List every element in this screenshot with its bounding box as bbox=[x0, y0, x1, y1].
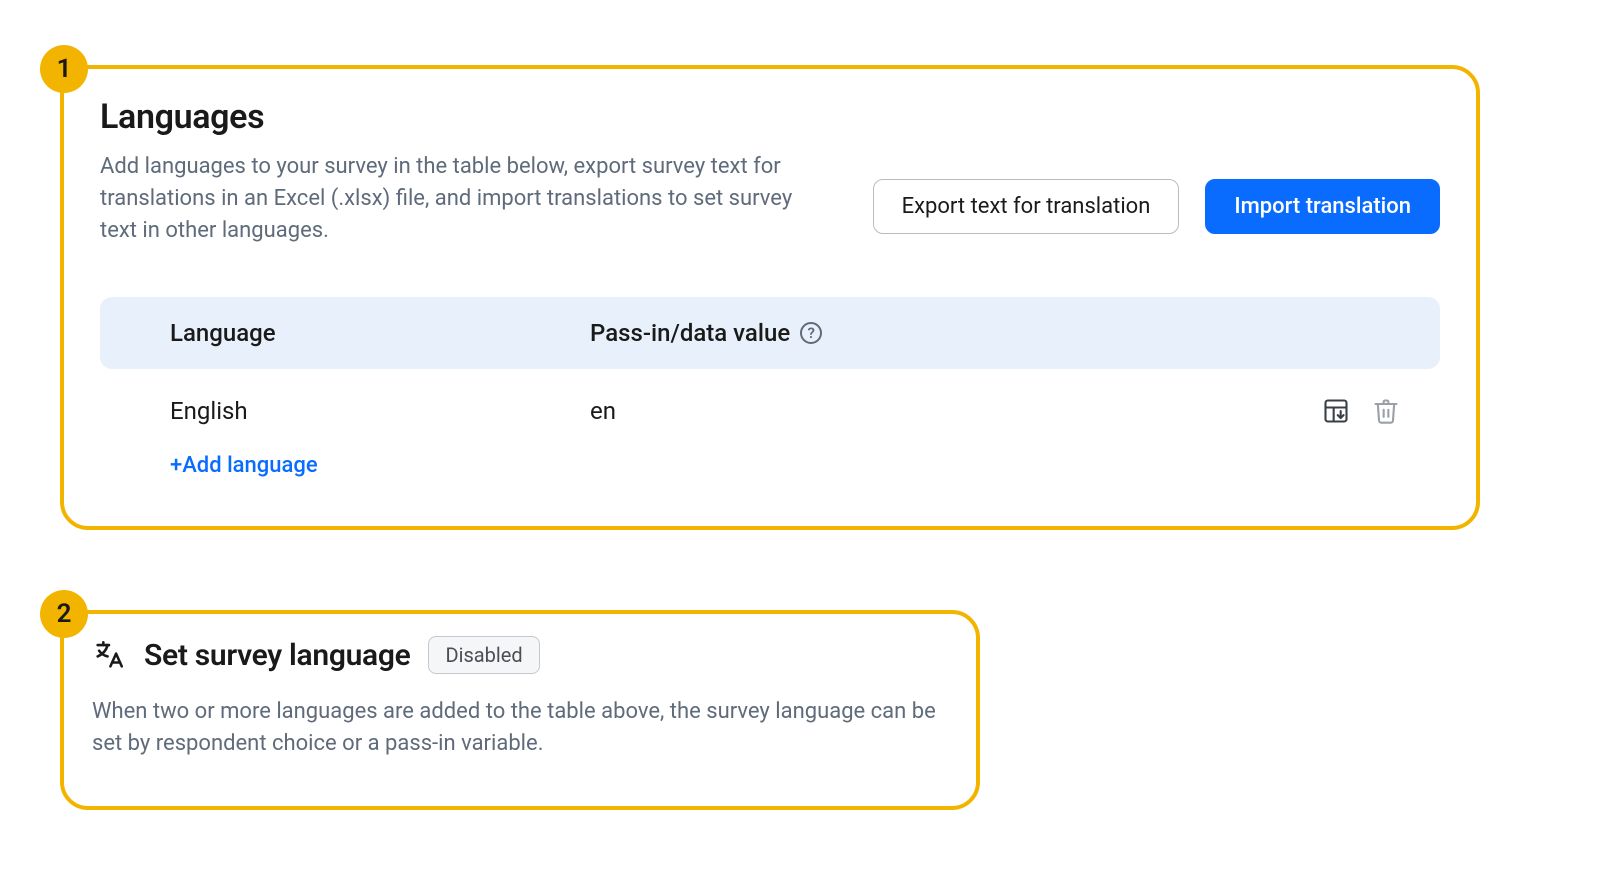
column-header-language: Language bbox=[170, 319, 590, 347]
table-row: English en bbox=[100, 369, 1440, 445]
languages-description: Add languages to your survey in the tabl… bbox=[100, 151, 830, 247]
annotation-frame-1: 1 Languages Add languages to your survey… bbox=[60, 65, 1480, 530]
column-header-value-wrap: Pass-in/data value ? bbox=[590, 319, 822, 347]
export-translation-button[interactable]: Export text for translation bbox=[873, 179, 1180, 234]
add-language-link[interactable]: +Add language bbox=[170, 453, 318, 478]
column-header-value: Pass-in/data value bbox=[590, 319, 790, 347]
languages-table: Language Pass-in/data value ? English en bbox=[100, 297, 1440, 478]
annotation-frame-2: 2 Set survey language Disabled When two … bbox=[60, 610, 980, 810]
download-icon[interactable] bbox=[1322, 397, 1350, 425]
translate-icon bbox=[92, 638, 126, 672]
row-language-name: English bbox=[170, 397, 590, 425]
languages-header-row: Languages Add languages to your survey i… bbox=[100, 97, 1440, 247]
import-translation-button[interactable]: Import translation bbox=[1205, 179, 1440, 234]
survey-language-header: Set survey language Disabled bbox=[92, 636, 948, 674]
row-actions bbox=[1322, 397, 1400, 425]
languages-table-header: Language Pass-in/data value ? bbox=[100, 297, 1440, 369]
languages-title: Languages bbox=[100, 97, 830, 137]
add-language-row: +Add language bbox=[100, 445, 1440, 478]
survey-language-description: When two or more languages are added to … bbox=[92, 696, 948, 760]
annotation-badge-2: 2 bbox=[40, 590, 88, 638]
row-language-value: en bbox=[590, 397, 616, 425]
survey-language-title: Set survey language bbox=[144, 638, 410, 673]
help-icon[interactable]: ? bbox=[800, 322, 822, 344]
delete-icon[interactable] bbox=[1372, 397, 1400, 425]
languages-header-text: Languages Add languages to your survey i… bbox=[100, 97, 830, 247]
documentation-figure: 1 Languages Add languages to your survey… bbox=[20, 20, 1510, 841]
status-badge: Disabled bbox=[428, 636, 539, 674]
languages-actions: Export text for translation Import trans… bbox=[873, 179, 1440, 234]
annotation-badge-1: 1 bbox=[40, 45, 88, 93]
